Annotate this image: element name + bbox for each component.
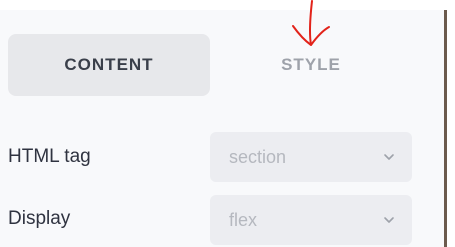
display-value: flex xyxy=(229,209,258,230)
canvas-edge xyxy=(444,10,455,247)
canvas-divider xyxy=(444,10,447,247)
chevron-down-icon xyxy=(384,154,394,160)
html-tag-select[interactable]: section xyxy=(210,132,412,182)
screen: CONTENT STYLE HTML tag section Display f… xyxy=(0,0,455,247)
html-tag-value: section xyxy=(229,146,287,167)
html-tag-label: HTML tag xyxy=(8,146,91,167)
tab-content[interactable]: CONTENT xyxy=(8,34,210,96)
tab-content-label: CONTENT xyxy=(64,55,154,74)
chevron-down-icon xyxy=(384,217,394,223)
tab-style-label: STYLE xyxy=(281,55,341,74)
display-label: Display xyxy=(8,208,71,229)
hand-drawn-arrow-annotation xyxy=(292,0,330,46)
display-select[interactable]: flex xyxy=(210,195,412,245)
